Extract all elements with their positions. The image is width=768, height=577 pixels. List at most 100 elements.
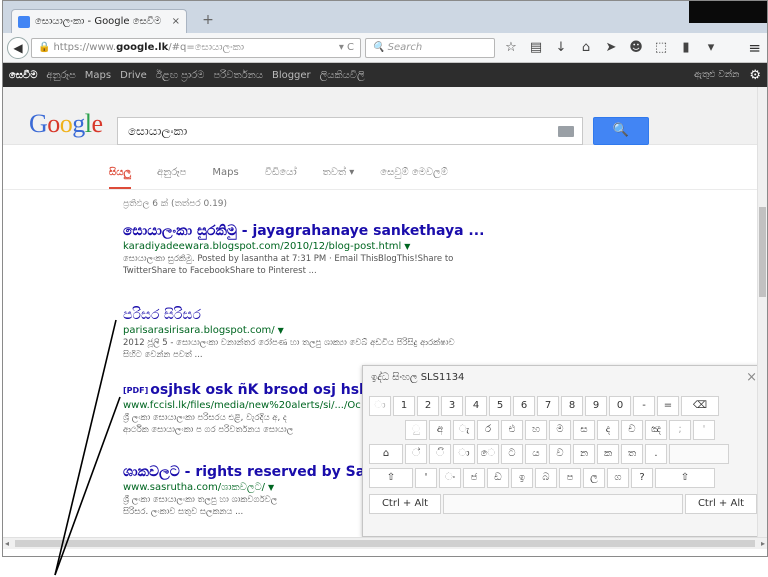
key[interactable]: 6 (513, 396, 535, 416)
scroll-left-icon[interactable]: ◂ (5, 538, 9, 549)
key[interactable]: ස (573, 420, 595, 440)
key[interactable]: 1 (393, 396, 415, 416)
result-title-link[interactable]: පරිසර සිරිසර (123, 307, 553, 324)
key[interactable]: 0 (609, 396, 631, 416)
key[interactable]: ත (621, 444, 643, 464)
backspace-key[interactable]: ⌫ (681, 396, 719, 416)
chat-icon[interactable]: ☻ (628, 38, 644, 58)
key[interactable]: ; (669, 420, 691, 440)
horizontal-scrollbar[interactable]: ◂ ▸ (3, 537, 767, 549)
key[interactable]: ' (693, 420, 715, 440)
key[interactable]: = (657, 396, 679, 416)
tab-videos[interactable]: වීඩියෝ (265, 163, 297, 189)
key[interactable]: - (633, 396, 655, 416)
key[interactable]: 7 (537, 396, 559, 416)
key[interactable]: ම (549, 420, 571, 440)
key[interactable]: ? (631, 468, 653, 488)
reload-icon[interactable]: ▾ C (339, 39, 354, 57)
browser-search-field[interactable]: 🔍 Search (365, 38, 495, 58)
gbar-item-translate[interactable]: පරිවර්තනය (213, 70, 262, 81)
key[interactable]: ද (597, 420, 619, 440)
key[interactable]: ඩ (487, 468, 509, 488)
key[interactable]: ප (559, 468, 581, 488)
home-icon[interactable]: ⌂ (578, 38, 594, 58)
shift-key-icon[interactable]: ⇧ (655, 468, 715, 488)
key[interactable]: ග (607, 468, 629, 488)
key[interactable]: . (645, 444, 667, 464)
key[interactable]: හ (525, 420, 547, 440)
result-title-link[interactable]: [PDF] osjhsk osk ñK brsod osj hsk is ñk (123, 382, 411, 399)
key[interactable]: ර (477, 420, 499, 440)
scrollbar-thumb[interactable] (15, 540, 755, 547)
menu-icon[interactable]: ≡ (748, 38, 761, 58)
search-input[interactable]: සොයාලංකා (117, 117, 583, 145)
key[interactable]: ඉ (511, 468, 533, 488)
key[interactable]: ක (597, 444, 619, 464)
gbar-item-drive[interactable]: Drive (120, 70, 147, 81)
gbar-item-blogger[interactable]: Blogger (272, 70, 311, 81)
key[interactable]: ා (453, 444, 475, 464)
keyboard-icon[interactable] (558, 126, 574, 137)
key[interactable]: ට (501, 444, 523, 464)
key[interactable]: බ (535, 468, 557, 488)
key[interactable]: 4 (465, 396, 487, 416)
caret-down-icon[interactable]: ▼ (268, 483, 274, 492)
enter-key[interactable] (669, 444, 729, 464)
key[interactable]: ැ (453, 420, 475, 440)
download-icon[interactable]: ↓ (553, 38, 569, 58)
gbar-item-images[interactable]: අනුරූප (46, 70, 75, 81)
key[interactable]: 2 (417, 396, 439, 416)
gbar-item-docs[interactable]: ලියකියවිලි (320, 70, 365, 81)
new-tab-button[interactable]: + (199, 12, 217, 28)
key[interactable]: ව (549, 444, 571, 464)
scrollbar-thumb[interactable] (759, 207, 766, 297)
send-icon[interactable]: ➤ (603, 38, 619, 58)
ctrl-alt-key[interactable]: Ctrl + Alt (685, 494, 757, 514)
back-button[interactable]: ◀ (7, 37, 29, 59)
key[interactable]: ු (405, 420, 427, 440)
tab-all[interactable]: සියලු (109, 163, 132, 189)
key[interactable]: 8 (561, 396, 583, 416)
key[interactable]: ා (369, 396, 391, 416)
caret-down-icon[interactable]: ▼ (404, 242, 410, 251)
key[interactable]: ' (415, 468, 437, 488)
key[interactable]: ් (405, 444, 427, 464)
tab-images[interactable]: අනුරූප (157, 163, 186, 189)
tab-search-tools[interactable]: සෙවුම් මෙවලම් (380, 163, 448, 189)
browser-tab[interactable]: සොයාලංකා - Google සෙවීම × (11, 9, 187, 33)
vertical-scrollbar[interactable] (757, 87, 767, 537)
tab-close-icon[interactable]: × (172, 16, 180, 27)
sign-in-link[interactable]: ඇතුළු වන්න (694, 70, 739, 80)
space-key[interactable] (443, 494, 683, 514)
result-title-link[interactable]: ශාකවලට - rights reserved by Sasruth (123, 464, 407, 481)
gbar-item-maps[interactable]: Maps (85, 70, 111, 81)
key[interactable]: ෙ (477, 444, 499, 464)
dropdown-icon[interactable]: ▾ (703, 38, 719, 58)
ctrl-alt-key[interactable]: Ctrl + Alt (369, 494, 441, 514)
address-bar[interactable]: 🔒 https://www.google.lk/#q=සොයාලංකා ▾ C (31, 38, 361, 58)
key[interactable]: ි (429, 444, 451, 464)
key[interactable]: ය (525, 444, 547, 464)
search-button[interactable]: 🔍 (593, 117, 649, 145)
home-key-icon[interactable]: ⌂ (369, 444, 403, 464)
gbar-item-search[interactable]: සෙවීම (9, 70, 37, 81)
battery-icon[interactable]: ▮ (678, 38, 694, 58)
gear-icon[interactable]: ⚙ (749, 68, 761, 83)
shift-key-icon[interactable]: ⇧ (369, 468, 413, 488)
key[interactable]: න (573, 444, 595, 464)
tab-maps[interactable]: Maps (212, 163, 238, 189)
gbar-item-calendar[interactable]: ඊළඟ ප්‍රාරම (156, 70, 205, 81)
key[interactable]: එ (501, 420, 523, 440)
result-title-link[interactable]: සොයාලංකා සුරකිමු - jayagrahanaye sanketh… (123, 223, 513, 240)
bookmark-star-icon[interactable]: ☆ (503, 38, 519, 58)
key[interactable]: 5 (489, 396, 511, 416)
key[interactable]: ච (621, 420, 643, 440)
reading-list-icon[interactable]: ▤ (528, 38, 544, 58)
key[interactable]: ං (439, 468, 461, 488)
close-icon[interactable]: × (746, 370, 757, 385)
scroll-right-icon[interactable]: ▸ (761, 538, 765, 549)
addon-icon[interactable]: ⬚ (653, 38, 669, 58)
tab-more[interactable]: තවත් ▾ (323, 163, 355, 189)
key[interactable]: ඤ (645, 420, 667, 440)
caret-down-icon[interactable]: ▼ (278, 326, 284, 335)
